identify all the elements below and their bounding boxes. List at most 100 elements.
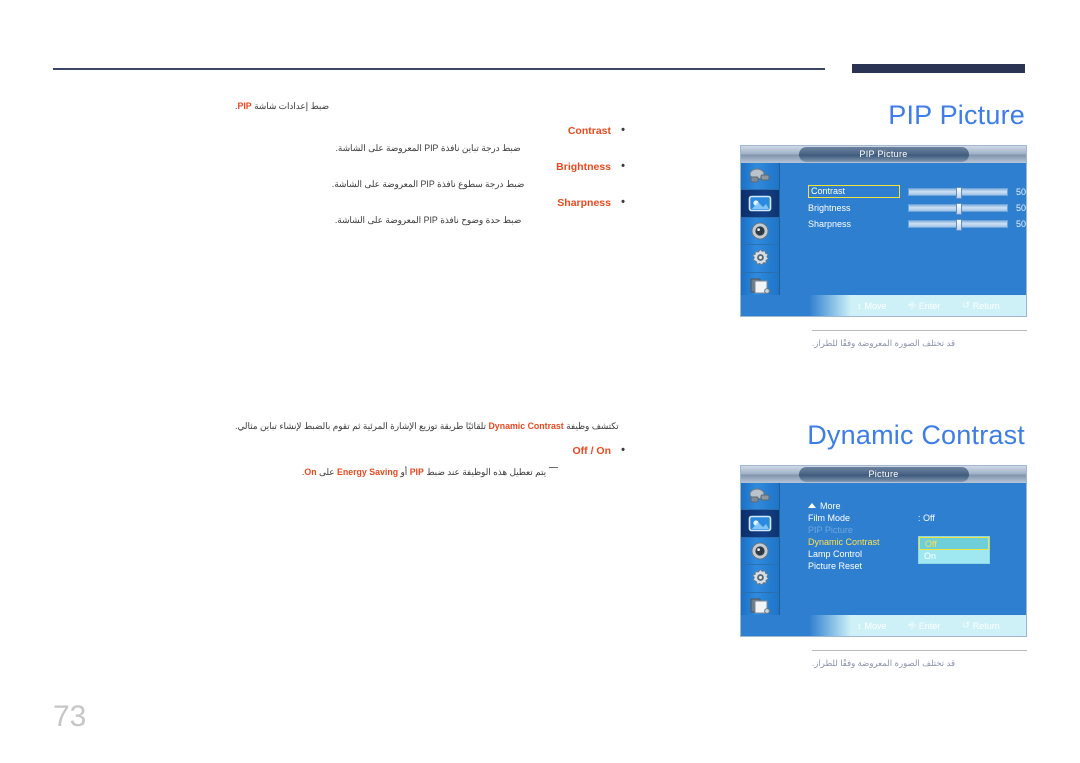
osd-window-pip-picture[interactable]: PIP Picture Contrast 50 Brightness 50 Sh… <box>740 145 1027 317</box>
note-text-c: على <box>316 467 337 477</box>
osd-row-value: 50 <box>1016 202 1027 213</box>
osd-row-brightness[interactable]: Brightness 50 <box>780 201 1027 215</box>
updown-arrow-icon: ↕ <box>857 620 862 631</box>
osd-menu-label: Dynamic Contrast <box>808 537 880 547</box>
bullet-label-contrast: Contrast <box>235 121 625 140</box>
osd-row-contrast[interactable]: Contrast 50 <box>780 185 1027 199</box>
osd-hint-move-label: Move <box>864 620 887 631</box>
osd-hint-enter-label: Enter <box>918 620 941 631</box>
caption-rule <box>812 330 1027 331</box>
osd-slider-track[interactable] <box>908 202 1008 215</box>
osd-sidebar-item-input[interactable] <box>741 483 779 511</box>
osd-sidebar[interactable] <box>741 483 780 620</box>
pip-picture-text-block: ضبط إعدادات شاشة PIP. Contrast ضبط درجة … <box>235 98 625 230</box>
osd-content-picture: More Film Mode : Off PIP Picture Dynamic… <box>780 483 1026 615</box>
osd-row-value: 50 <box>1016 218 1027 229</box>
list-item: Contrast ضبط درجة تباين نافذة PIP المعرو… <box>235 121 625 156</box>
osd-menu-label: Lamp Control <box>808 549 863 559</box>
osd-menu-label: Picture Reset <box>808 561 863 571</box>
osd-hint-enter-label: Enter <box>918 300 941 311</box>
osd-hint-move-label: Move <box>864 300 887 311</box>
picture-icon <box>748 195 772 213</box>
sound-icon <box>750 541 770 561</box>
bullet-label-off-on: Off / On <box>235 441 626 460</box>
osd-menu-label: Film Mode <box>808 513 851 523</box>
osd-sidebar-item-picture[interactable] <box>741 190 779 218</box>
osd-window-picture[interactable]: Picture More Film Mode: Off PIP Picture… <box>740 465 1027 637</box>
osd-sidebar-item-setup[interactable] <box>741 565 779 593</box>
osd-hint-move: ↕ Move <box>857 301 887 311</box>
osd-dropdown-option-off[interactable]: Off <box>919 537 989 550</box>
note-text-b: أو <box>398 467 410 477</box>
dyn-intro-text-a: تكتشف وظيفة <box>563 421 619 431</box>
osd-menu-label: More <box>820 501 841 511</box>
osd-slider-track[interactable] <box>908 186 1008 199</box>
osd-hint-group: ↕ Move ⎆ Enter ↺ Return <box>851 620 1026 631</box>
osd-dropdown-option-on[interactable]: On <box>919 550 989 563</box>
osd-menu-item-pip-picture: PIP Picture <box>808 525 853 535</box>
osd-hint-return-label: Return <box>972 620 1000 631</box>
osd-menu-value: : Off <box>918 513 935 523</box>
dyn-intro-paragraph: تكتشف وظيفة Dynamic Contrast تلقائيًا طر… <box>235 418 625 434</box>
dyn-bullet-list: Off / On <box>235 441 626 460</box>
header-divider-rule <box>53 68 825 70</box>
input-source-icon <box>749 487 771 505</box>
note-text-a: يتم تعطيل هذه الوظيفة عند ضبط <box>423 467 547 477</box>
bullet-desc-brightness: ضبط درجة سطوع نافذة PIP المعروضة على الش… <box>331 179 525 189</box>
osd-sidebar-item-setup[interactable] <box>741 245 779 273</box>
osd-slider-track[interactable] <box>908 218 1008 231</box>
osd-sidebar-item-picture[interactable] <box>741 510 779 538</box>
osd-hint-enter: ⎆ Enter <box>909 300 941 311</box>
enter-key-icon: ⎆ <box>908 620 916 630</box>
osd-row-label: Brightness <box>808 202 851 213</box>
osd-sidebar[interactable] <box>741 163 780 300</box>
return-arrow-icon: ↺ <box>962 300 970 310</box>
osd-title-bar: Picture <box>741 466 1026 483</box>
osd-content-pip: Contrast 50 Brightness 50 Sharpness 50 <box>780 163 1026 295</box>
sound-icon <box>750 221 770 241</box>
note-dash-icon <box>549 467 559 468</box>
pip-intro-paragraph: ضبط إعدادات شاشة PIP. <box>235 98 625 114</box>
osd-slider-handle[interactable] <box>956 202 962 215</box>
caption-text: قد تختلف الصورة المعروضة وفقًا للطراز. <box>811 338 956 348</box>
osd-hint-group: ↕ Move ⎆ Enter ↺ Return <box>851 300 1026 311</box>
osd-row-value: 50 <box>1016 186 1027 197</box>
osd-dropdown-dynamic-contrast[interactable]: Off On <box>918 536 990 564</box>
osd-menu-item-more[interactable]: More <box>808 501 841 511</box>
osd-footer-tab <box>741 615 851 636</box>
bullet-desc-contrast: ضبط درجة تباين نافذة PIP المعروضة على ال… <box>335 143 521 153</box>
osd-sidebar-item-input[interactable] <box>741 163 779 191</box>
osd-sidebar-item-sound[interactable] <box>741 218 779 246</box>
dyn-intro-text-b: تلقائيًا طريقة توزيع الإشارة المرئية ثم … <box>235 421 489 431</box>
osd-sidebar-item-sound[interactable] <box>741 538 779 566</box>
osd-menu-item-picture-reset[interactable]: Picture Reset <box>808 561 862 571</box>
note-keyword-energy-saving: Energy Saving <box>336 467 399 477</box>
caption-text: قد تختلف الصورة المعروضة وفقًا للطراز. <box>811 658 956 668</box>
osd-slider-handle[interactable] <box>956 218 962 231</box>
header-section-tab <box>852 64 1025 73</box>
picture-icon <box>748 515 772 533</box>
osd-hint-return-label: Return <box>972 300 1000 311</box>
osd-menu-item-film-mode[interactable]: Film Mode : Off <box>808 513 935 523</box>
note-keyword-pip: PIP <box>409 467 424 477</box>
caret-up-icon <box>808 503 816 508</box>
pip-intro-text: ضبط إعدادات شاشة <box>251 101 329 111</box>
list-item: Off / On <box>235 441 626 460</box>
osd-menu-item-dynamic-contrast[interactable]: Dynamic Contrast : <box>808 537 921 547</box>
list-item: Brightness ضبط درجة سطوع نافذة PIP المعر… <box>235 157 625 192</box>
osd-footer-hints: ↕ Move ⎆ Enter ↺ Return <box>741 615 1026 636</box>
caption-rule <box>812 650 1027 651</box>
osd-menu-label: PIP Picture <box>808 525 853 535</box>
pip-bullet-list: Contrast ضبط درجة تباين نافذة PIP المعرو… <box>235 121 625 228</box>
osd-menu-item-lamp-control[interactable]: Lamp Control : <box>808 549 921 559</box>
osd-slider-handle[interactable] <box>956 186 962 199</box>
setup-gear-icon <box>750 248 771 269</box>
page-number: 73 <box>53 700 87 733</box>
note-keyword-on: On <box>304 467 317 477</box>
osd-row-sharpness[interactable]: Sharpness 50 <box>780 217 1027 231</box>
osd-footer-tab <box>741 295 851 316</box>
page-title-pip-picture: PIP Picture <box>888 100 1025 130</box>
osd-caption-pip: قد تختلف الصورة المعروضة وفقًا للطراز. <box>740 330 1027 349</box>
osd-title-label: PIP Picture <box>798 147 969 162</box>
osd-hint-enter: ⎆ Enter <box>909 620 941 631</box>
